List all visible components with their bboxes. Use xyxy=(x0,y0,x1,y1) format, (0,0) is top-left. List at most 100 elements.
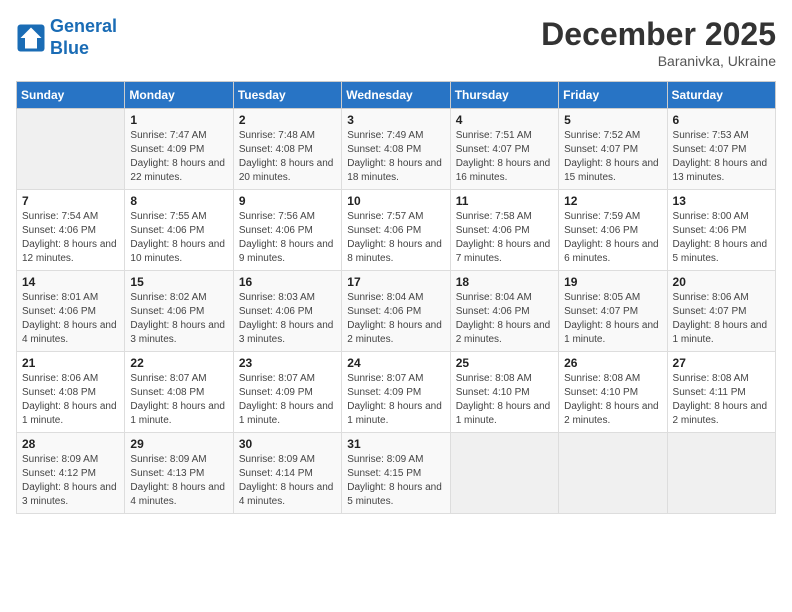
calendar-cell: 11 Sunrise: 7:58 AMSunset: 4:06 PMDayligh… xyxy=(450,190,558,271)
day-number: 18 xyxy=(456,275,553,289)
calendar-cell: 12 Sunrise: 7:59 AMSunset: 4:06 PMDayligh… xyxy=(559,190,667,271)
day-number: 25 xyxy=(456,356,553,370)
calendar-cell: 24Sunrise: 8:07 AMSunset: 4:09 PMDayligh… xyxy=(342,352,450,433)
calendar-cell: 20Sunrise: 8:06 AMSunset: 4:07 PMDayligh… xyxy=(667,271,775,352)
day-number: 26 xyxy=(564,356,661,370)
day-info: Sunrise: 7:58 AMSunset: 4:06 PMDaylight:… xyxy=(456,210,553,266)
calendar-cell: 23 Sunrise: 8:07 AMSunset: 4:09 PMDayligh… xyxy=(233,352,341,433)
day-number: 28 xyxy=(22,437,119,451)
column-header-thursday: Thursday xyxy=(450,82,558,109)
calendar-cell: 26 Sunrise: 8:08 AMSunset: 4:10 PMDayligh… xyxy=(559,352,667,433)
calendar-cell: 6Sunrise: 7:53 AMSunset: 4:07 PMDaylight… xyxy=(667,109,775,190)
day-info: Sunrise: 8:07 AMSunset: 4:08 PMDaylight:… xyxy=(130,372,227,428)
calendar-cell: 10 Sunrise: 7:57 AMSunset: 4:06 PMDayligh… xyxy=(342,190,450,271)
day-info: Sunrise: 7:47 AMSunset: 4:09 PMDaylight:… xyxy=(130,129,227,185)
calendar-cell: 31Sunrise: 8:09 AMSunset: 4:15 PMDayligh… xyxy=(342,433,450,514)
calendar-week-row: 28 Sunrise: 8:09 AMSunset: 4:12 PMDayligh… xyxy=(17,433,776,514)
day-info: Sunrise: 8:02 AMSunset: 4:06 PMDaylight:… xyxy=(130,291,227,347)
calendar-cell: 2Sunrise: 7:48 AMSunset: 4:08 PMDaylight… xyxy=(233,109,341,190)
day-number: 23 xyxy=(239,356,336,370)
day-number: 16 xyxy=(239,275,336,289)
calendar-cell: 15 Sunrise: 8:02 AMSunset: 4:06 PMDayligh… xyxy=(125,271,233,352)
day-info: Sunrise: 7:48 AMSunset: 4:08 PMDaylight:… xyxy=(239,129,336,185)
day-number: 27 xyxy=(673,356,770,370)
calendar-cell: 7Sunrise: 7:54 AMSunset: 4:06 PMDaylight… xyxy=(17,190,125,271)
calendar-header-row: SundayMondayTuesdayWednesdayThursdayFrid… xyxy=(17,82,776,109)
day-number: 29 xyxy=(130,437,227,451)
calendar-cell: 22 Sunrise: 8:07 AMSunset: 4:08 PMDayligh… xyxy=(125,352,233,433)
month-year-title: December 2025 xyxy=(541,16,776,53)
day-number: 8 xyxy=(130,194,227,208)
logo: General Blue xyxy=(16,16,117,59)
calendar-cell: 8 Sunrise: 7:55 AMSunset: 4:06 PMDaylight… xyxy=(125,190,233,271)
day-info: Sunrise: 8:07 AMSunset: 4:09 PMDaylight:… xyxy=(239,372,336,428)
day-info: Sunrise: 8:06 AMSunset: 4:08 PMDaylight:… xyxy=(22,372,119,428)
column-header-tuesday: Tuesday xyxy=(233,82,341,109)
column-header-friday: Friday xyxy=(559,82,667,109)
day-info: Sunrise: 8:07 AMSunset: 4:09 PMDaylight:… xyxy=(347,372,444,428)
calendar-cell xyxy=(667,433,775,514)
calendar-cell: 27 Sunrise: 8:08 AMSunset: 4:11 PMDayligh… xyxy=(667,352,775,433)
column-header-monday: Monday xyxy=(125,82,233,109)
day-info: Sunrise: 7:54 AMSunset: 4:06 PMDaylight:… xyxy=(22,210,119,266)
day-info: Sunrise: 7:57 AMSunset: 4:06 PMDaylight:… xyxy=(347,210,444,266)
calendar-cell: 3 Sunrise: 7:49 AMSunset: 4:08 PMDaylight… xyxy=(342,109,450,190)
column-header-sunday: Sunday xyxy=(17,82,125,109)
day-info: Sunrise: 8:09 AMSunset: 4:15 PMDaylight:… xyxy=(347,453,444,509)
calendar-cell: 1Sunrise: 7:47 AMSunset: 4:09 PMDaylight… xyxy=(125,109,233,190)
title-block: December 2025 Baranivka, Ukraine xyxy=(541,16,776,69)
logo-blue: Blue xyxy=(50,38,89,58)
day-number: 30 xyxy=(239,437,336,451)
day-info: Sunrise: 8:06 AMSunset: 4:07 PMDaylight:… xyxy=(673,291,770,347)
day-info: Sunrise: 8:09 AMSunset: 4:14 PMDaylight:… xyxy=(239,453,336,509)
day-number: 10 xyxy=(347,194,444,208)
location-label: Baranivka, Ukraine xyxy=(541,53,776,69)
calendar-cell: 4 Sunrise: 7:51 AMSunset: 4:07 PMDaylight… xyxy=(450,109,558,190)
day-number: 4 xyxy=(456,113,553,127)
day-info: Sunrise: 8:04 AMSunset: 4:06 PMDaylight:… xyxy=(347,291,444,347)
calendar-cell: 16 Sunrise: 8:03 AMSunset: 4:06 PMDayligh… xyxy=(233,271,341,352)
calendar-week-row: 7Sunrise: 7:54 AMSunset: 4:06 PMDaylight… xyxy=(17,190,776,271)
day-info: Sunrise: 7:59 AMSunset: 4:06 PMDaylight:… xyxy=(564,210,661,266)
column-header-wednesday: Wednesday xyxy=(342,82,450,109)
day-number: 17 xyxy=(347,275,444,289)
day-info: Sunrise: 8:08 AMSunset: 4:11 PMDaylight:… xyxy=(673,372,770,428)
day-number: 13 xyxy=(673,194,770,208)
day-number: 19 xyxy=(564,275,661,289)
calendar-cell: 13 Sunrise: 8:00 AMSunset: 4:06 PMDayligh… xyxy=(667,190,775,271)
calendar-cell: 21 Sunrise: 8:06 AMSunset: 4:08 PMDayligh… xyxy=(17,352,125,433)
calendar-cell: 14Sunrise: 8:01 AMSunset: 4:06 PMDayligh… xyxy=(17,271,125,352)
day-info: Sunrise: 8:08 AMSunset: 4:10 PMDaylight:… xyxy=(564,372,661,428)
page-header: General Blue December 2025 Baranivka, Uk… xyxy=(16,16,776,69)
day-number: 5 xyxy=(564,113,661,127)
day-number: 15 xyxy=(130,275,227,289)
calendar-cell: 29Sunrise: 8:09 AMSunset: 4:13 PMDayligh… xyxy=(125,433,233,514)
calendar-week-row: 1Sunrise: 7:47 AMSunset: 4:09 PMDaylight… xyxy=(17,109,776,190)
calendar-week-row: 21 Sunrise: 8:06 AMSunset: 4:08 PMDayligh… xyxy=(17,352,776,433)
calendar-cell: 28 Sunrise: 8:09 AMSunset: 4:12 PMDayligh… xyxy=(17,433,125,514)
calendar-cell xyxy=(559,433,667,514)
day-info: Sunrise: 7:51 AMSunset: 4:07 PMDaylight:… xyxy=(456,129,553,185)
day-number: 14 xyxy=(22,275,119,289)
calendar-cell xyxy=(450,433,558,514)
day-info: Sunrise: 7:56 AMSunset: 4:06 PMDaylight:… xyxy=(239,210,336,266)
day-info: Sunrise: 8:00 AMSunset: 4:06 PMDaylight:… xyxy=(673,210,770,266)
calendar-table: SundayMondayTuesdayWednesdayThursdayFrid… xyxy=(16,81,776,514)
calendar-week-row: 14Sunrise: 8:01 AMSunset: 4:06 PMDayligh… xyxy=(17,271,776,352)
day-number: 22 xyxy=(130,356,227,370)
day-info: Sunrise: 8:03 AMSunset: 4:06 PMDaylight:… xyxy=(239,291,336,347)
calendar-cell xyxy=(17,109,125,190)
day-info: Sunrise: 8:09 AMSunset: 4:12 PMDaylight:… xyxy=(22,453,119,509)
day-info: Sunrise: 8:04 AMSunset: 4:06 PMDaylight:… xyxy=(456,291,553,347)
day-number: 9 xyxy=(239,194,336,208)
day-number: 12 xyxy=(564,194,661,208)
day-info: Sunrise: 7:49 AMSunset: 4:08 PMDaylight:… xyxy=(347,129,444,185)
calendar-cell: 18 Sunrise: 8:04 AMSunset: 4:06 PMDayligh… xyxy=(450,271,558,352)
day-number: 21 xyxy=(22,356,119,370)
column-header-saturday: Saturday xyxy=(667,82,775,109)
day-info: Sunrise: 7:53 AMSunset: 4:07 PMDaylight:… xyxy=(673,129,770,185)
day-number: 3 xyxy=(347,113,444,127)
day-number: 11 xyxy=(456,194,553,208)
calendar-cell: 25Sunrise: 8:08 AMSunset: 4:10 PMDayligh… xyxy=(450,352,558,433)
day-info: Sunrise: 7:55 AMSunset: 4:06 PMDaylight:… xyxy=(130,210,227,266)
